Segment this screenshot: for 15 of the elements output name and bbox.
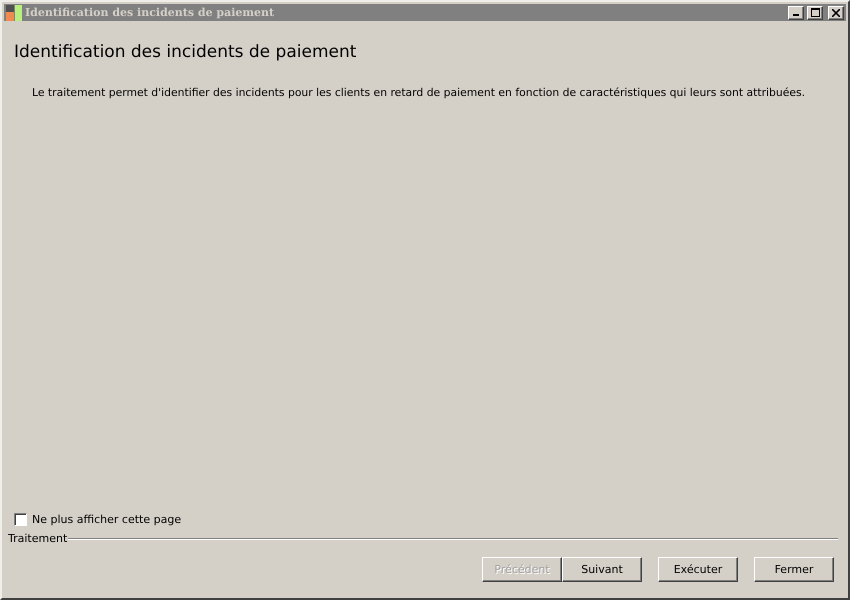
wizard-button[interactable]: Fermer: [754, 557, 834, 582]
checkbox[interactable]: [14, 513, 27, 526]
close-button[interactable]: [828, 6, 844, 20]
minimize-button[interactable]: [788, 6, 804, 20]
group-label: Traitement: [8, 532, 68, 545]
description-text: Le traitement permet d'identifier des incidents pour les clients en retard de paiement en fonction de caractéristiques qui leurs sont attribuées.: [32, 86, 806, 99]
window-title: Identification des incidents de paiement: [25, 6, 276, 19]
app-icon: [6, 4, 22, 20]
wizard-button[interactable]: Suivant: [562, 557, 642, 582]
page-heading: Identification des incidents de paiement: [14, 42, 358, 62]
maximize-icon: [810, 8, 820, 17]
wizard-button[interactable]: Exécuter: [658, 557, 738, 582]
close-icon: [832, 8, 840, 16]
checkbox-label: Ne plus afficher cette page: [32, 513, 182, 526]
maximize-button[interactable]: [807, 6, 823, 20]
